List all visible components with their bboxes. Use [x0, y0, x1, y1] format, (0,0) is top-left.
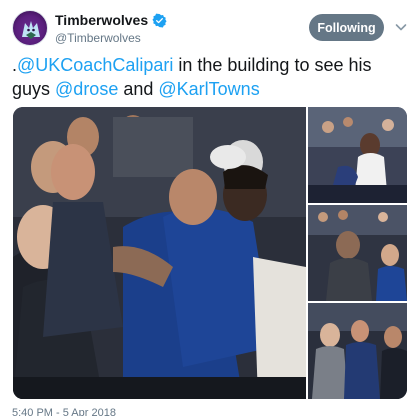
following-button[interactable]: Following [309, 14, 384, 41]
mention-drose[interactable]: @drose [55, 79, 118, 99]
chevron-down-icon[interactable] [394, 20, 408, 34]
handle[interactable]: @Timberwolves [55, 31, 167, 45]
verified-badge-icon [152, 13, 167, 27]
avatar[interactable] [12, 10, 48, 46]
display-name[interactable]: Timberwolves [55, 12, 148, 28]
media-grid [13, 107, 407, 399]
tweet-header: Timberwolves @Timberwolves Following [12, 10, 408, 48]
timestamp[interactable]: 5:40 PM - 5 Apr 2018 [12, 407, 116, 416]
mention-ukcoachcalipari[interactable]: @UKCoachCalipari [17, 55, 173, 75]
photo-player-courtside[interactable] [308, 107, 407, 203]
photo-coaches-talking[interactable] [308, 303, 407, 399]
tweet-text-plain: and [118, 79, 159, 99]
photo-sideline-crowd[interactable] [308, 205, 407, 301]
mention-karltowns[interactable]: @KarlTowns [158, 79, 259, 99]
wolf-logo-icon [22, 21, 40, 39]
photo-hug[interactable] [13, 107, 306, 399]
tweet-text: .@UKCoachCalipari in the building to see… [12, 53, 408, 101]
name-block: Timberwolves @Timberwolves [55, 11, 167, 45]
